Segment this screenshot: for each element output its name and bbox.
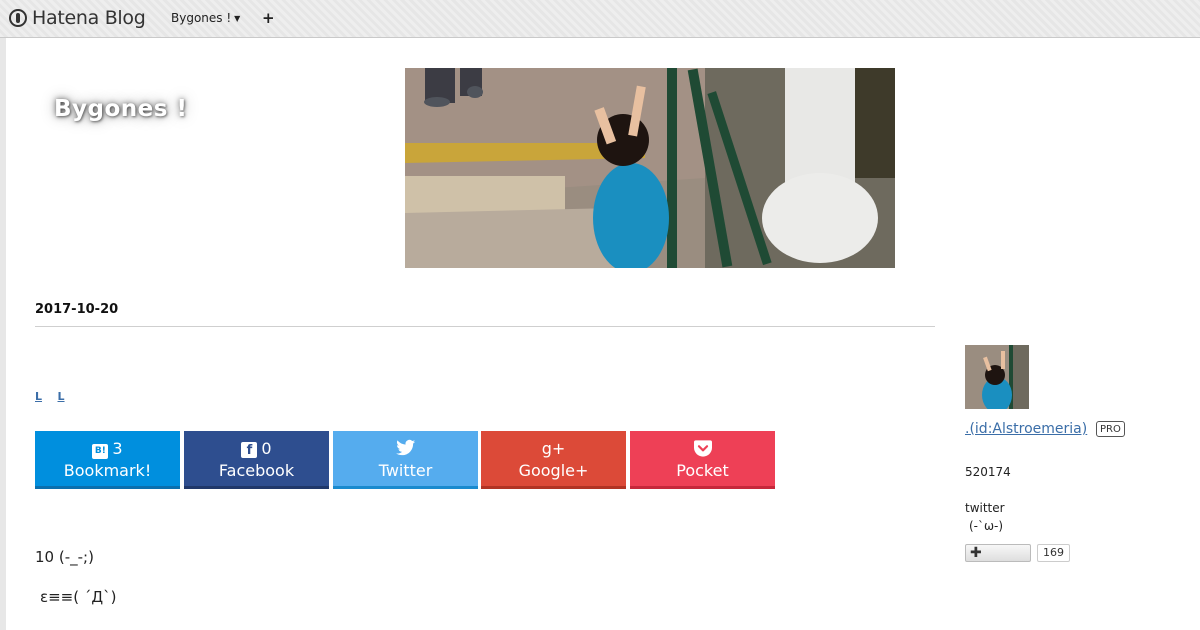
facebook-icon: f [241, 442, 258, 458]
author-id-link[interactable]: .(id:Alstroemeria) [965, 421, 1087, 437]
global-header: Hatena Blog Bygones ! ▼ + [0, 0, 1200, 38]
pocket-label: Pocket [676, 461, 729, 480]
entry-body-line: 10 (-_-;) [35, 548, 94, 566]
twitter-label: Twitter [378, 461, 433, 480]
plus-icon: ✚ [970, 545, 982, 561]
google-plus-share-button[interactable]: g+ Google+ [481, 431, 626, 489]
tag-link[interactable]: L [58, 390, 65, 403]
header-image [405, 68, 895, 268]
hatena-blog-logo[interactable]: Hatena Blog [9, 7, 146, 29]
subscribe-button[interactable]: ✚ [965, 544, 1031, 562]
twitter-text: (-`ω-) [969, 519, 1004, 533]
caret-down-icon: ▼ [234, 14, 241, 23]
add-button[interactable]: + [262, 9, 275, 27]
hatena-logo-icon [9, 9, 27, 27]
bookmark-count: 3 [112, 439, 123, 458]
hatena-bookmark-button[interactable]: B! 3 Bookmark! [35, 431, 180, 489]
pocket-icon [630, 438, 775, 462]
logo-text: Hatena Blog [32, 7, 146, 29]
facebook-count: 0 [261, 439, 272, 458]
facebook-share-button[interactable]: f0 Facebook [184, 431, 329, 489]
tag-link[interactable]: L [35, 390, 42, 403]
pro-badge: PRO [1096, 421, 1125, 437]
twitter-share-button[interactable]: Twitter [333, 431, 478, 489]
bookmark-label: Bookmark! [63, 461, 152, 480]
reader-count: 520174 [965, 465, 1011, 479]
pocket-share-button[interactable]: Pocket [630, 431, 775, 489]
google-plus-icon: g+ [541, 439, 566, 458]
date-divider [35, 326, 935, 327]
twitter-bird-icon [333, 438, 478, 462]
facebook-label: Facebook [218, 461, 295, 480]
blog-menu-dropdown[interactable]: Bygones ! ▼ [171, 11, 240, 25]
blog-content: Bygones ! 2017-10-20 L L B! 3 Bookmark! … [6, 38, 1200, 630]
author-avatar[interactable] [965, 345, 1029, 409]
google-plus-label: Google+ [518, 461, 589, 480]
subscriber-count: 169 [1037, 544, 1070, 562]
entry-date[interactable]: 2017-10-20 [35, 302, 118, 317]
blog-menu-label: Bygones ! [171, 11, 232, 25]
entry-body-line: ε≡≡( ´Д`) [40, 588, 117, 606]
twitter-link[interactable]: twitter [965, 501, 1005, 515]
hatena-bookmark-icon: B! [92, 444, 109, 459]
blog-title[interactable]: Bygones ! [54, 96, 187, 122]
entry-tags: L L [35, 390, 77, 403]
